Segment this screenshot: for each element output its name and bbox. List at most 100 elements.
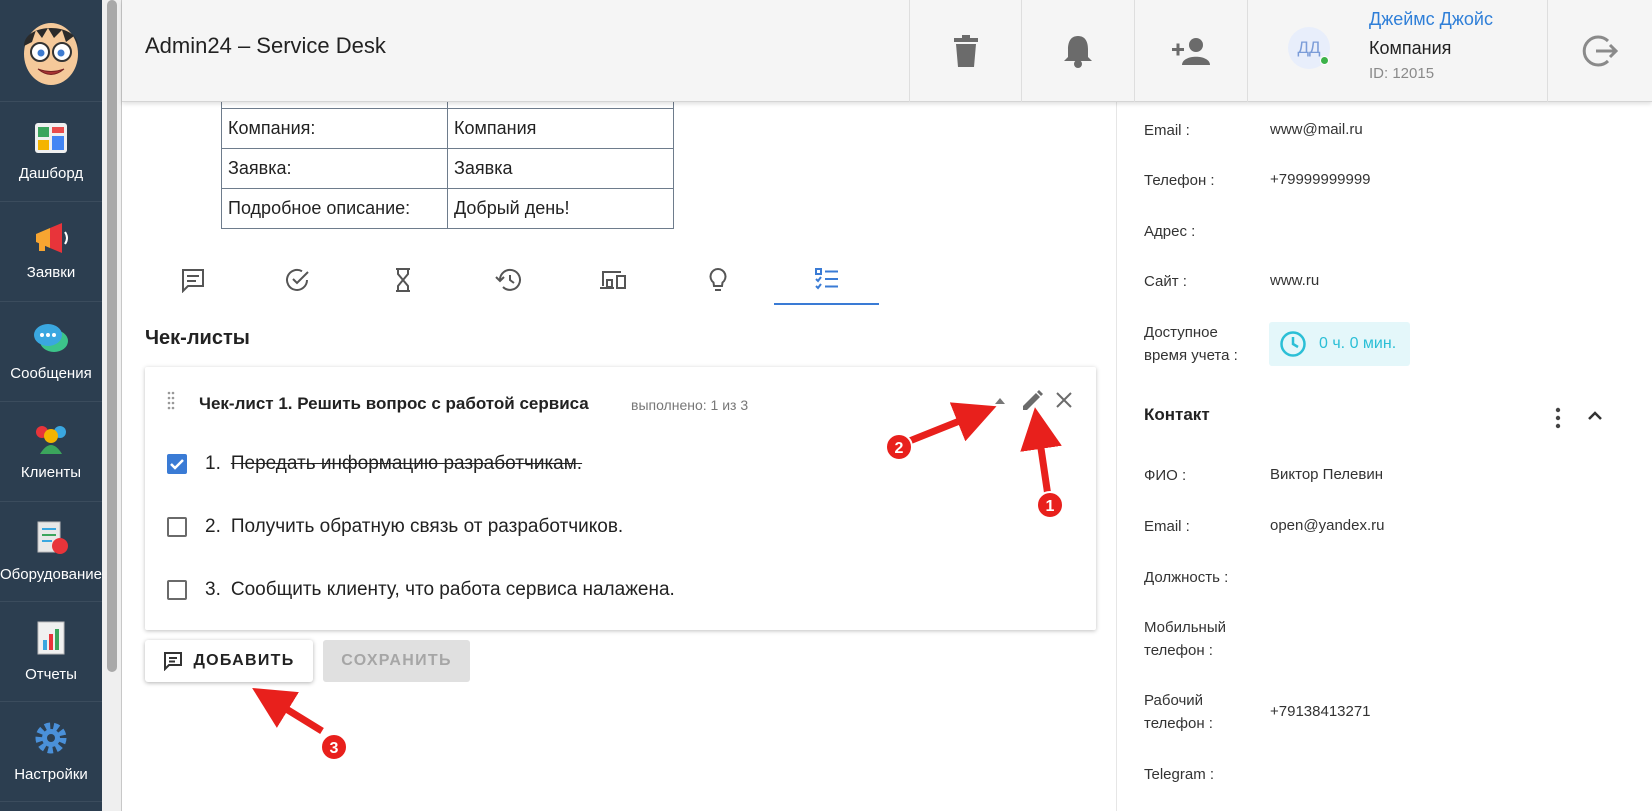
trash-button[interactable]: [909, 0, 1021, 102]
lightbulb-icon: [709, 267, 726, 291]
history-icon: [494, 268, 521, 291]
tab-history[interactable]: [455, 255, 560, 305]
sidebar-item-dashboard[interactable]: Дашборд: [0, 102, 102, 202]
add-button-label: ДОБАВИТЬ: [193, 652, 295, 669]
item-number: 2.: [205, 516, 221, 537]
sidebar-item-label: Заявки: [26, 264, 76, 281]
close-icon[interactable]: [1055, 391, 1073, 409]
scrollbar-thumb[interactable]: [107, 0, 117, 672]
sidebar-item-clients[interactable]: Клиенты: [0, 402, 102, 502]
pencil-icon[interactable]: [1020, 389, 1044, 413]
reports-icon: [37, 621, 65, 655]
checkbox-checked[interactable]: [167, 454, 187, 474]
add-checklist-button[interactable]: ДОБАВИТЬ: [145, 640, 313, 682]
client-email-label: Email :: [1144, 122, 1190, 139]
checklist-icon: [814, 268, 838, 290]
more-vertical-icon[interactable]: [1555, 407, 1561, 429]
bell-icon: [1064, 36, 1092, 68]
annotation-arrow-3: [252, 687, 324, 734]
check-circle-icon: [285, 268, 309, 291]
checklist-item[interactable]: 3. Сообщить клиенту, что работа сервиса …: [167, 575, 675, 605]
checklist-item[interactable]: 1. Передать информацию разработчикам.: [167, 449, 582, 479]
user-name-link[interactable]: Джеймс Джойс: [1369, 9, 1493, 30]
contact-work-phone-value: +79138413271: [1270, 703, 1371, 720]
contact-fio-value: Виктор Пелевин: [1270, 466, 1384, 483]
available-time-value: 0 ч. 0 мин.: [1319, 335, 1397, 352]
svg-text:3: 3: [330, 740, 339, 757]
item-text: Получить обратную связь от разработчиков…: [230, 516, 624, 537]
logout-icon: [1582, 35, 1618, 67]
sidebar-item-reports[interactable]: Отчеты: [0, 602, 102, 702]
tab-checklists[interactable]: [774, 255, 879, 305]
equipment-icon: [37, 521, 68, 554]
item-number: 1.: [205, 453, 221, 474]
comment-add-icon: [164, 652, 183, 671]
sidebar-item-label: Клиенты: [20, 464, 82, 481]
table-cell-value: Добрый день!: [447, 187, 674, 229]
app-logo[interactable]: [0, 0, 102, 102]
item-text: Сообщить клиенту, что работа сервиса нал…: [230, 579, 675, 600]
logout-button[interactable]: [1547, 0, 1652, 102]
available-time-chip: 0 ч. 0 мин.: [1269, 322, 1410, 366]
hourglass-icon: [395, 268, 410, 292]
item-text: Передать информацию разработчикам.: [230, 453, 583, 474]
checkbox[interactable]: [167, 517, 187, 537]
top-header: Admin24 – Service Desk ДД Джеймс Джойс К…: [122, 0, 1652, 102]
item-number: 3.: [205, 579, 221, 600]
tab-ideas[interactable]: [665, 255, 770, 305]
online-status-dot: [1320, 56, 1329, 65]
tab-tasks[interactable]: [245, 255, 350, 305]
sidebar-item-equipment[interactable]: Оборудование: [0, 502, 102, 602]
sidebar-item-settings[interactable]: Настройки: [0, 702, 102, 802]
gear-icon: [35, 722, 67, 754]
add-user-icon: [1172, 38, 1210, 65]
client-phone-label: Телефон :: [1144, 172, 1215, 189]
notifications-button[interactable]: [1021, 0, 1134, 102]
tab-devices[interactable]: [560, 255, 665, 305]
sidebar-item-label: Сообщения: [10, 365, 92, 382]
contact-section-title: Контакт: [1144, 405, 1210, 424]
client-email-value: www@mail.ru: [1270, 121, 1363, 138]
page-title: Admin24 – Service Desk: [145, 33, 386, 58]
checklists-section-title: Чек-листы: [145, 327, 250, 349]
details-panel: Email : www@mail.ru Телефон : +799999999…: [1116, 0, 1652, 811]
contact-fio-label: ФИО :: [1144, 467, 1187, 484]
user-company: Компания: [1369, 38, 1452, 58]
checkbox[interactable]: [167, 580, 187, 600]
collapse-arrow-icon[interactable]: [994, 397, 1006, 405]
comments-icon: [181, 269, 204, 293]
save-button[interactable]: СОХРАНИТЬ: [323, 640, 470, 682]
chevron-up-icon[interactable]: [1587, 410, 1603, 420]
request-info-table: Компания: Компания Заявка: Заявка Подроб…: [221, 90, 674, 229]
tab-comments[interactable]: [140, 255, 245, 305]
add-user-button[interactable]: [1134, 0, 1247, 102]
checklist-title: Чек-лист 1. Решить вопрос с работой серв…: [199, 394, 589, 413]
user-profile[interactable]: ДД Джеймс Джойс Компания ID: 12015: [1247, 0, 1547, 102]
sidebar-scrollbar[interactable]: [102, 0, 122, 811]
client-phone-value: +79999999999: [1270, 171, 1371, 188]
devices-icon: [599, 271, 626, 289]
user-id: ID: 12015: [1369, 65, 1435, 82]
mascot-logo-icon: [24, 22, 78, 85]
contact-telegram-label: Telegram :: [1144, 766, 1215, 783]
checklist-progress: выполнено: 1 из 3: [631, 397, 749, 413]
clients-icon: [36, 426, 66, 454]
contact-position-label: Должность :: [1144, 569, 1229, 586]
sidebar-item-label: Настройки: [14, 766, 88, 783]
megaphone-icon: [36, 223, 68, 253]
client-site-label: Сайт :: [1144, 273, 1187, 290]
table-cell-label: Подробное описание:: [221, 187, 448, 229]
contact-mobile-label: Мобильный телефон :: [1144, 619, 1226, 659]
sidebar-item-label: Оборудование: [0, 566, 103, 583]
checklist-item[interactable]: 2. Получить обратную связь от разработчи…: [167, 512, 623, 542]
table-cell-value: Заявка: [447, 147, 674, 189]
sidebar-item-label: Дашборд: [18, 165, 84, 182]
sidebar-item-requests[interactable]: Заявки: [0, 202, 102, 302]
table-row: Заявка: Заявка: [221, 147, 674, 189]
drag-handle-icon[interactable]: [167, 391, 175, 413]
tab-time[interactable]: [350, 255, 455, 305]
chat-bubbles-icon: [34, 324, 68, 352]
sidebar-item-messages[interactable]: Сообщения: [0, 302, 102, 402]
checkmark-icon: [170, 459, 184, 470]
table-cell-label: Компания:: [221, 107, 448, 149]
